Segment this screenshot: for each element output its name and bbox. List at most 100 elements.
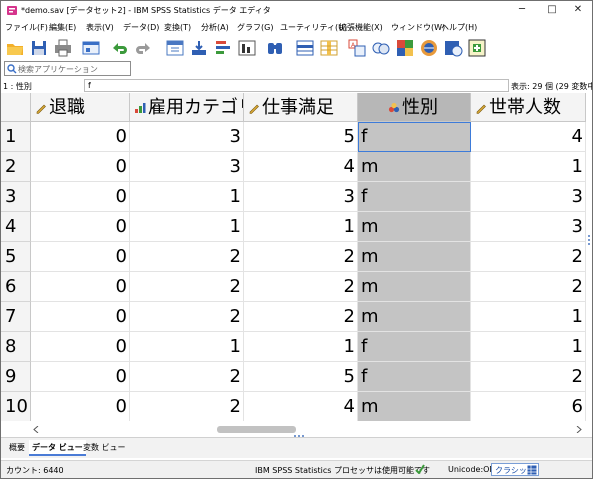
use-variable-sets-icon[interactable] [443,38,463,58]
print-icon[interactable] [53,38,73,58]
column-header-job-category[interactable]: 雇用カテゴリ [130,93,244,122]
data-cell[interactable]: m [358,272,471,302]
menu-view[interactable]: 表示(V) [86,22,114,33]
row-number[interactable]: 10 [1,392,31,421]
horizontal-scroll-thumb[interactable] [217,426,296,433]
row-number[interactable]: 8 [1,332,31,362]
data-cell[interactable]: 0 [31,242,130,272]
data-cell[interactable]: 4 [244,152,358,182]
data-cell[interactable]: 3 [244,182,358,212]
scroll-right-icon[interactable] [576,426,582,433]
data-cell[interactable]: 0 [31,122,130,152]
save-icon[interactable] [29,38,49,58]
data-cell[interactable]: 1 [471,302,586,332]
data-cell[interactable]: 2 [130,392,244,421]
menu-extensions[interactable]: 拡張機能(X) [339,22,383,33]
column-header-retire[interactable]: 退職 [31,93,130,122]
data-cell[interactable]: f [358,362,471,392]
corner-header[interactable] [1,93,31,122]
menu-data[interactable]: データ(D) [123,22,159,33]
menu-edit[interactable]: 編集(E) [49,22,76,33]
split-file-icon[interactable]: A [347,38,367,58]
data-cell[interactable]: 0 [31,182,130,212]
data-cell[interactable]: 2 [471,242,586,272]
scroll-left-icon[interactable] [33,426,39,433]
row-number[interactable]: 4 [1,212,31,242]
data-cell[interactable]: 1 [130,212,244,242]
row-number[interactable]: 9 [1,362,31,392]
goto-case-icon[interactable] [165,38,185,58]
display-mode-selector[interactable]: クラシック [491,463,539,476]
data-cell[interactable]: 2 [244,242,358,272]
data-cell[interactable]: 2 [471,272,586,302]
value-labels-icon[interactable] [419,38,439,58]
data-cell[interactable]: 0 [31,152,130,182]
column-header-gender[interactable]: 性別 [358,93,471,122]
data-cell[interactable]: 5 [244,122,358,152]
data-cell[interactable]: m [358,392,471,421]
minimize-button[interactable]: ─ [507,1,537,19]
data-cell[interactable]: 1 [130,332,244,362]
row-number[interactable]: 7 [1,302,31,332]
column-header-job-satisfaction[interactable]: 仕事満足 [244,93,358,122]
data-cell[interactable]: 2 [244,302,358,332]
cell-value-field[interactable]: f [84,79,509,92]
insert-cases-icon[interactable] [295,38,315,58]
data-cell[interactable]: 1 [130,182,244,212]
menu-window[interactable]: ウィンドウ(W) [391,22,445,33]
variables-icon[interactable] [213,38,233,58]
horizontal-scrollbar[interactable] [31,425,586,437]
row-number[interactable]: 2 [1,152,31,182]
data-cell[interactable]: 0 [31,212,130,242]
goto-variable-icon[interactable] [189,38,209,58]
data-cell[interactable]: 2 [471,362,586,392]
data-cell[interactable]: 3 [130,152,244,182]
data-cell[interactable]: 3 [471,212,586,242]
insert-variable-icon[interactable] [319,38,339,58]
menu-graphs[interactable]: グラフ(G) [237,22,273,33]
weight-cases-icon[interactable] [371,38,391,58]
menu-transform[interactable]: 変換(T) [164,22,191,33]
undo-icon[interactable] [109,38,129,58]
dialog-recall-icon[interactable] [81,38,101,58]
data-cell[interactable]: 1 [471,332,586,362]
data-cell[interactable]: 4 [244,392,358,421]
data-cell[interactable]: 3 [471,182,586,212]
tab-data-view[interactable]: データ ビュー [29,440,86,456]
data-cell[interactable]: f [358,182,471,212]
row-number[interactable]: 6 [1,272,31,302]
vertical-scrollbar[interactable] [586,93,592,433]
open-folder-icon[interactable] [5,38,25,58]
show-all-variables-icon[interactable] [467,38,487,58]
menu-utilities[interactable]: ユーティリティ(U) [280,22,347,33]
row-number[interactable]: 1 [1,122,31,152]
data-cell[interactable]: 1 [244,332,358,362]
data-cell[interactable]: 1 [244,212,358,242]
data-cell[interactable]: 1 [471,152,586,182]
row-number[interactable]: 3 [1,182,31,212]
data-cell[interactable]: 0 [31,392,130,421]
data-cell[interactable]: m [358,302,471,332]
data-cell[interactable]: m [358,242,471,272]
data-cell[interactable]: 0 [31,272,130,302]
splitter-handle-icon[interactable] [586,233,592,247]
data-cell[interactable]: 6 [471,392,586,421]
select-cases-icon[interactable] [395,38,415,58]
row-number[interactable]: 5 [1,242,31,272]
redo-icon[interactable] [134,38,154,58]
run-descriptives-icon[interactable] [237,38,257,58]
tab-variable-view[interactable]: 変数 ビュー [80,440,129,456]
data-cell[interactable]: 2 [130,272,244,302]
data-cell[interactable]: 0 [31,302,130,332]
search-input[interactable]: 検索アプリケーション [4,61,131,76]
data-cell[interactable]: 4 [471,122,586,152]
data-cell[interactable]: 0 [31,332,130,362]
data-cell[interactable]: f [358,332,471,362]
data-cell[interactable]: 0 [31,362,130,392]
close-button[interactable]: ✕ [563,1,592,19]
menu-analyze[interactable]: 分析(A) [201,22,229,33]
column-header-household-size[interactable]: 世帯人数 [471,93,586,122]
data-cell[interactable]: 5 [244,362,358,392]
data-cell[interactable]: f [358,122,471,152]
find-icon[interactable] [265,38,285,58]
